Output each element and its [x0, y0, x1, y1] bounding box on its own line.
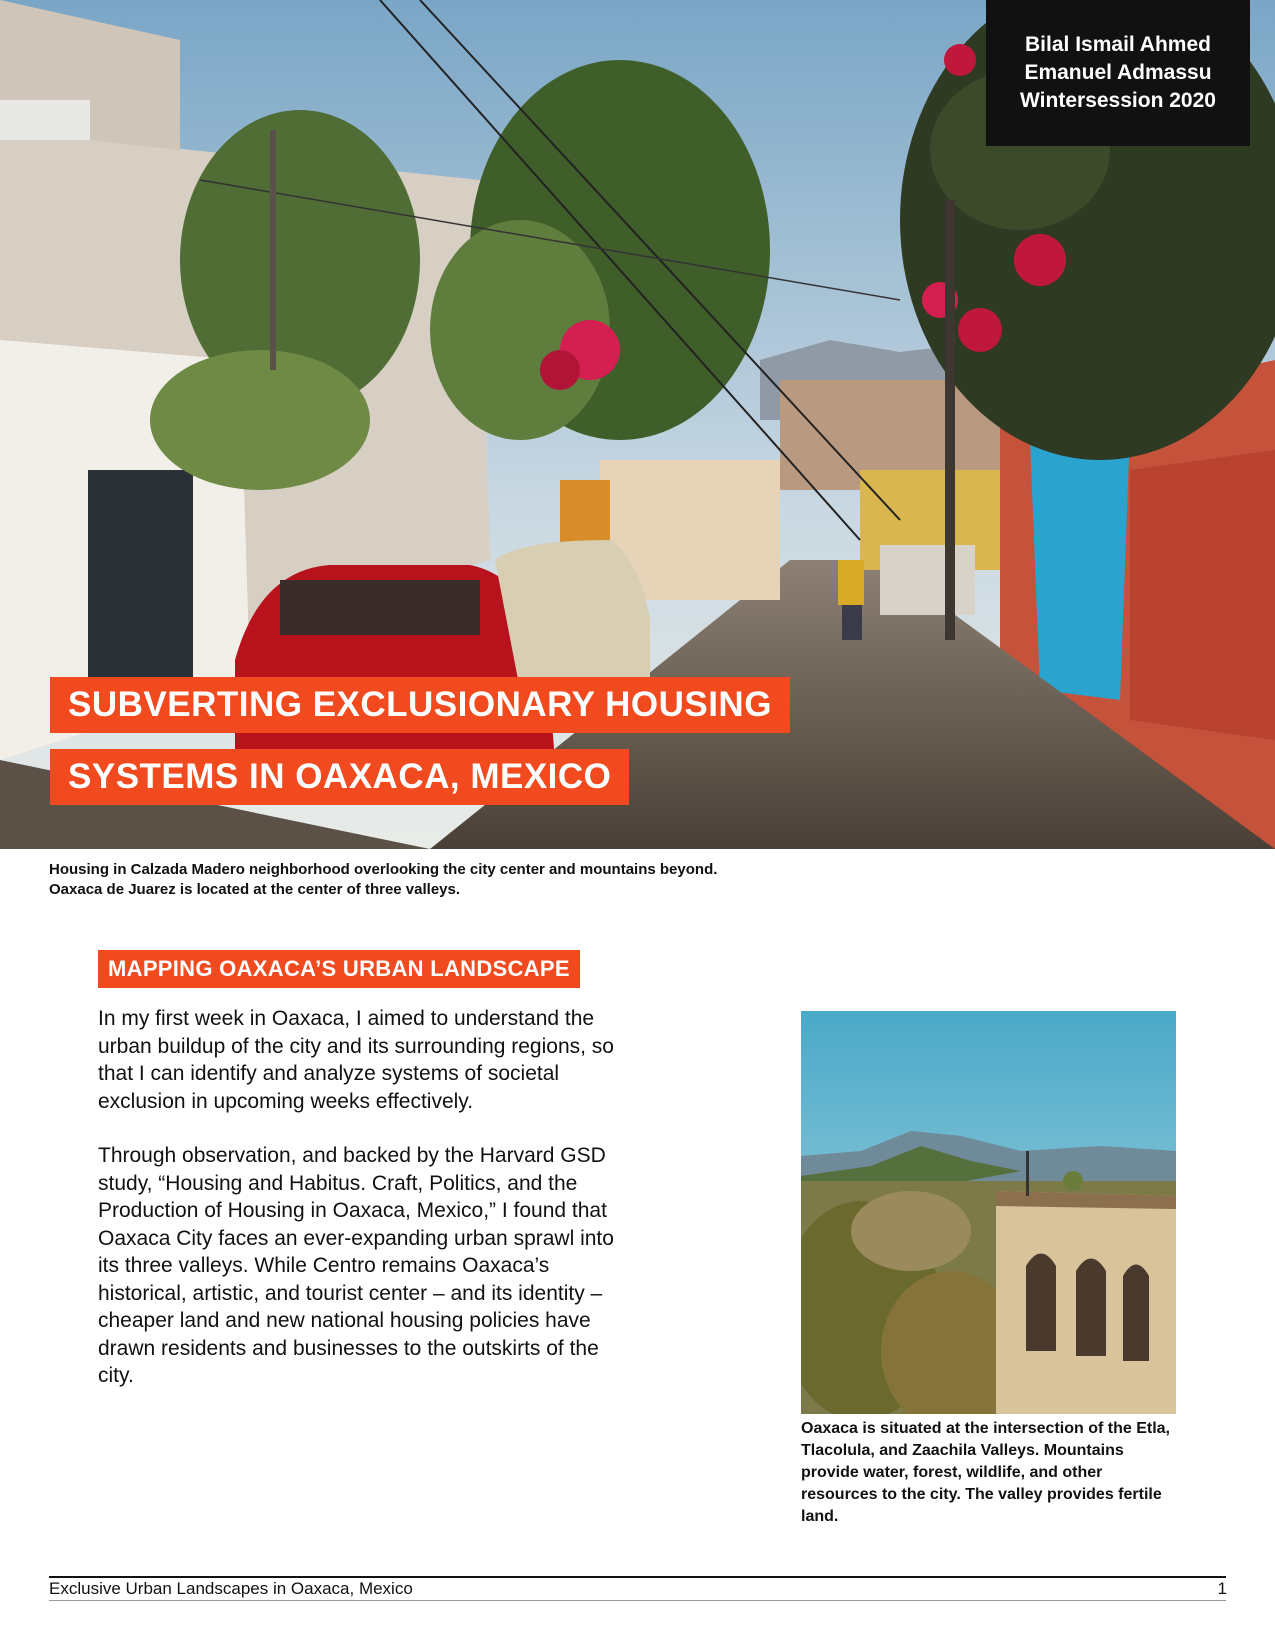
page-number: 1 — [1217, 1579, 1227, 1598]
page-title-line-1: SUBVERTING EXCLUSIONARY HOUSING — [50, 677, 790, 733]
author-box: Bilal Ismail Ahmed Emanuel Admassu Winte… — [986, 0, 1250, 146]
hero-photo: Bilal Ismail Ahmed Emanuel Admassu Winte… — [0, 0, 1275, 849]
section-heading: MAPPING OAXACA’S URBAN LANDSCAPE — [98, 950, 580, 988]
page-title-line-2: SYSTEMS IN OAXACA, MEXICO — [50, 749, 630, 805]
paragraph-2: Through observation, and backed by the H… — [98, 1144, 614, 1387]
author-name-2: Emanuel Admassu — [1024, 61, 1212, 84]
body-text: In my first week in Oaxaca, I aimed to u… — [98, 1005, 638, 1417]
valley-photo — [801, 1011, 1176, 1414]
valley-image — [801, 1011, 1176, 1414]
author-name-1: Bilal Ismail Ahmed — [1025, 33, 1211, 56]
valley-caption: Oaxaca is situated at the intersection o… — [801, 1420, 1170, 1525]
footer-divider-bottom — [49, 1600, 1226, 1601]
session-label: Wintersession 2020 — [1020, 89, 1216, 112]
hero-caption-line-2: Oaxaca de Juarez is located at the cente… — [49, 881, 461, 898]
hero-caption: Housing in Calzada Madero neighborhood o… — [49, 860, 949, 900]
footer-publication-title: Exclusive Urban Landscapes in Oaxaca, Me… — [49, 1579, 413, 1598]
footer-divider-top — [49, 1576, 1226, 1578]
hero-caption-line-1: Housing in Calzada Madero neighborhood o… — [49, 861, 718, 878]
paragraph-1: In my first week in Oaxaca, I aimed to u… — [98, 1007, 614, 1113]
